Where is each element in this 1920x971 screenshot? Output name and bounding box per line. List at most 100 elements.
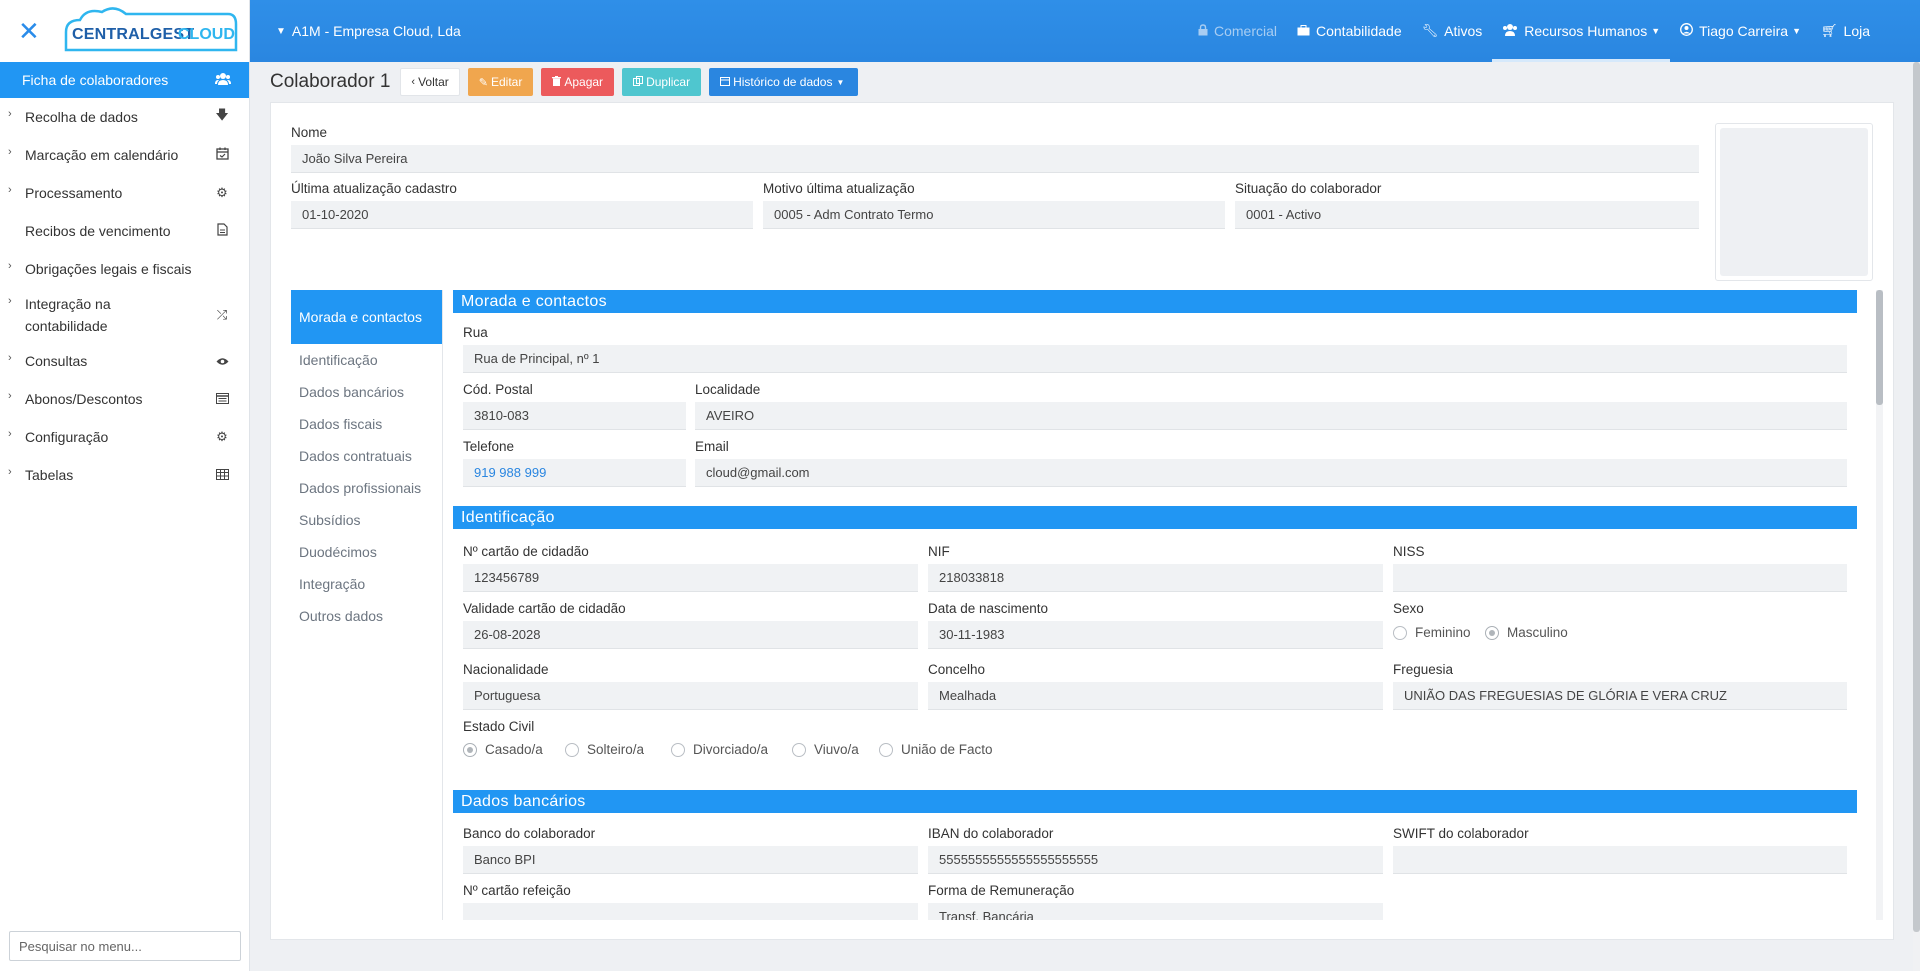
nacionalidade-field[interactable]: Portuguesa: [463, 682, 918, 710]
sidebar-item-consultas[interactable]: › Consultas: [0, 342, 249, 380]
sidebar-item-recolha-dados[interactable]: › Recolha de dados 🡇: [0, 98, 249, 136]
estado-civil-radio-casado[interactable]: Casado/a: [463, 742, 543, 757]
calendar-icon: [720, 76, 731, 89]
cartao-refeicao-field[interactable]: [463, 903, 918, 920]
sidebar-item-configuracao[interactable]: › Configuração ⚙: [0, 418, 249, 456]
calendar-check-icon: [213, 147, 231, 163]
niss-field[interactable]: [1393, 564, 1847, 592]
button-label: Apagar: [564, 75, 604, 89]
scrollbar-thumb[interactable]: [1876, 290, 1883, 405]
nif-field[interactable]: 218033818: [928, 564, 1383, 592]
employee-photo[interactable]: [1715, 123, 1873, 281]
ultima-atualizacao-field[interactable]: 01-10-2020: [291, 201, 753, 229]
estado-civil-radio-divorciado[interactable]: Divorciado/a: [671, 742, 768, 757]
sidebar-item-label: Marcação em calendário: [25, 147, 179, 163]
caret-down-icon: ▼: [836, 77, 845, 87]
apagar-button[interactable]: Apagar: [541, 68, 615, 96]
section-content: Morada e contactos Rua Rua de Principal,…: [453, 290, 1883, 920]
brand: ✕ CENTRALGEST CLOUD: [0, 0, 249, 62]
nome-label: Nome: [291, 125, 328, 140]
sexo-radio-masculino[interactable]: Masculino: [1485, 625, 1568, 640]
gear-icon: ⚙: [216, 185, 228, 200]
shuffle-icon: ⤮: [216, 307, 228, 322]
sidebar-item-marcacao-calendario[interactable]: › Marcação em calendário: [0, 136, 249, 174]
section-nav-dados-fiscais[interactable]: Dados fiscais: [291, 408, 442, 440]
validade-cartao-field[interactable]: 26-08-2028: [463, 621, 918, 649]
nav-user-menu[interactable]: Tiago Carreira ▼: [1670, 0, 1811, 62]
freguesia-field[interactable]: UNIÃO DAS FREGUESIAS DE GLÓRIA E VERA CR…: [1393, 682, 1847, 710]
concelho-field[interactable]: Mealhada: [928, 682, 1383, 710]
email-field[interactable]: cloud@gmail.com: [695, 459, 1847, 487]
estado-civil-radio-viuvo[interactable]: Viuvo/a: [792, 742, 859, 757]
nav-comercial[interactable]: Comercial: [1188, 0, 1287, 62]
motivo-field[interactable]: 0005 - Adm Contrato Termo: [763, 201, 1225, 229]
radio-label: Solteiro/a: [587, 742, 645, 757]
cod-postal-field[interactable]: 3810-083: [463, 402, 686, 430]
situacao-field[interactable]: 0001 - Activo: [1235, 201, 1699, 229]
sidebar-item-abonos-descontos[interactable]: › Abonos/Descontos: [0, 380, 249, 418]
editar-button[interactable]: ✎ Editar: [467, 68, 534, 96]
users-icon: [215, 72, 231, 88]
section-nav-identificacao[interactable]: Identificação: [291, 344, 442, 376]
nav-ativos[interactable]: 🔧︎ Ativos: [1412, 0, 1493, 62]
voltar-button[interactable]: ‹ Voltar: [400, 68, 460, 96]
radio-circle: [671, 742, 685, 757]
banco-field[interactable]: Banco BPI: [463, 846, 918, 874]
sexo-radio-feminino[interactable]: Feminino: [1393, 625, 1471, 640]
nav-recursos-humanos[interactable]: Recursos Humanos ▼: [1492, 0, 1670, 62]
sidebar-item-recibos-vencimento[interactable]: Recibos de vencimento: [0, 212, 249, 250]
estado-civil-radio-solteiro[interactable]: Solteiro/a: [565, 742, 644, 757]
sidebar-item-processamento[interactable]: › Processamento ⚙: [0, 174, 249, 212]
section-nav-dados-contratuais[interactable]: Dados contratuais: [291, 440, 442, 472]
top-nav-menu: Comercial Contabilidade 🔧︎ Ativos Recurs…: [1188, 0, 1880, 62]
chevron-left-icon: ‹: [411, 76, 416, 88]
cartao-cidadao-field[interactable]: 123456789: [463, 564, 918, 592]
historico-dados-button[interactable]: Histórico de dados ▼: [709, 68, 859, 96]
data-nascimento-field[interactable]: 30-11-1983: [928, 621, 1383, 649]
sidebar: ✕ CENTRALGEST CLOUD Ficha de colaborador…: [0, 0, 250, 971]
estado-civil-radio-uniao-facto[interactable]: União de Facto: [879, 742, 993, 757]
edit-icon: ✎: [478, 76, 488, 89]
forma-remuneracao-field[interactable]: Transf. Bancária: [928, 903, 1383, 920]
nome-field[interactable]: João Silva Pereira: [291, 145, 1699, 173]
company-name: A1M - Empresa Cloud, Lda: [291, 23, 461, 39]
section-nav-dados-profissionais[interactable]: Dados profissionais: [291, 472, 442, 504]
page-scrollbar[interactable]: [1913, 62, 1920, 971]
close-icon[interactable]: ✕: [18, 18, 48, 44]
page-scrollbar-thumb[interactable]: [1913, 62, 1920, 932]
nav-label: Loja: [1843, 23, 1870, 39]
radio-circle-checked: [1485, 625, 1499, 640]
sidebar-search-input[interactable]: [9, 931, 241, 961]
company-selector[interactable]: ▼ A1M - Empresa Cloud, Lda: [276, 23, 461, 39]
radio-circle-checked: [463, 742, 477, 757]
section-nav-duodecimos[interactable]: Duodécimos: [291, 536, 442, 568]
trash-icon: [552, 75, 562, 89]
caret-down-icon: ▼: [1651, 26, 1661, 36]
lock-icon: [1198, 23, 1208, 39]
sidebar-item-obrigacoes[interactable]: › Obrigações legais e fiscais: [0, 250, 249, 288]
swift-field[interactable]: [1393, 846, 1847, 874]
swift-label: SWIFT do colaborador: [1393, 826, 1529, 841]
nav-contabilidade[interactable]: Contabilidade: [1287, 0, 1412, 62]
section-nav-morada[interactable]: Morada e contactos: [291, 290, 442, 344]
sidebar-item-tabelas[interactable]: › Tabelas: [0, 456, 249, 494]
duplicar-button[interactable]: Duplicar: [622, 68, 702, 96]
sidebar-item-label: Ficha de colaboradores: [22, 72, 169, 88]
eye-icon: [213, 354, 231, 369]
telefone-field[interactable]: 919 988 999: [463, 459, 686, 487]
section-nav-subsidios[interactable]: Subsídios: [291, 504, 442, 536]
button-label: Editar: [491, 75, 523, 89]
radio-label: Viuvo/a: [814, 742, 859, 757]
section-nav-dados-bancarios[interactable]: Dados bancários: [291, 376, 442, 408]
logo[interactable]: CENTRALGEST CLOUD: [60, 6, 240, 56]
nav-loja[interactable]: 🛒︎ Loja: [1811, 0, 1880, 62]
content-scrollbar[interactable]: [1876, 290, 1883, 920]
iban-field[interactable]: 5555555555555555555555: [928, 846, 1383, 874]
localidade-field[interactable]: AVEIRO: [695, 402, 1847, 430]
nav-label: Recursos Humanos: [1524, 23, 1648, 39]
rua-field[interactable]: Rua de Principal, nº 1: [463, 345, 1847, 373]
sidebar-item-integracao-contabilidade[interactable]: › Integração na contabilidade ⤮: [0, 288, 249, 342]
sidebar-item-ficha-colaboradores[interactable]: Ficha de colaboradores: [0, 62, 249, 98]
section-nav-outros-dados[interactable]: Outros dados: [291, 600, 442, 632]
section-nav-integracao[interactable]: Integração: [291, 568, 442, 600]
